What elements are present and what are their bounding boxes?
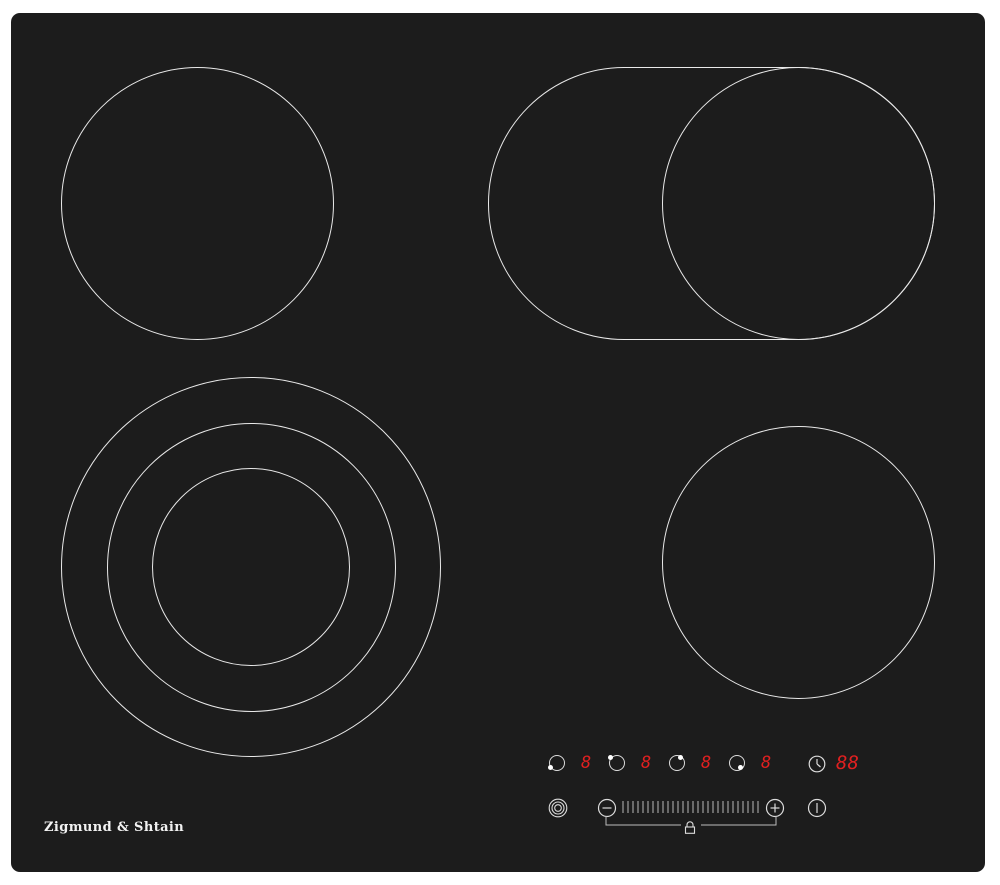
lock-icon[interactable] — [684, 821, 696, 834]
zone-display-front-left: 8 — [581, 753, 592, 773]
power-icon[interactable] — [807, 798, 827, 818]
zone-display-rear-right: 8 — [701, 753, 712, 773]
plus-icon[interactable] — [765, 798, 785, 818]
zone-position-dot-icon — [678, 755, 683, 760]
zone-select-rear-right-button[interactable] — [669, 755, 685, 771]
zone-display-front-right: 8 — [761, 753, 772, 773]
zone-select-front-right-button[interactable] — [729, 755, 745, 771]
timer-display: 88 — [836, 752, 859, 774]
zone-position-dot-icon — [738, 765, 743, 770]
clock-icon[interactable] — [808, 755, 826, 773]
zone-position-dot-icon — [548, 765, 553, 770]
zone-position-dot-icon — [608, 755, 613, 760]
zone-display-rear-left: 8 — [641, 753, 652, 773]
cooking-zone-front-right — [662, 426, 935, 699]
cooking-zone-rear-left — [61, 67, 334, 340]
brand-logo: Zigmund & Shtain — [44, 820, 185, 835]
zone-select-rear-left-button[interactable] — [608, 755, 625, 771]
cooking-zone-front-left-inner-ring — [152, 468, 350, 666]
dual-zone-icon[interactable] — [548, 798, 568, 818]
zone-select-front-left-button[interactable] — [548, 755, 565, 771]
cooking-zone-rear-right — [662, 67, 935, 340]
minus-icon[interactable] — [597, 798, 617, 818]
power-level-slider[interactable] — [622, 800, 762, 814]
